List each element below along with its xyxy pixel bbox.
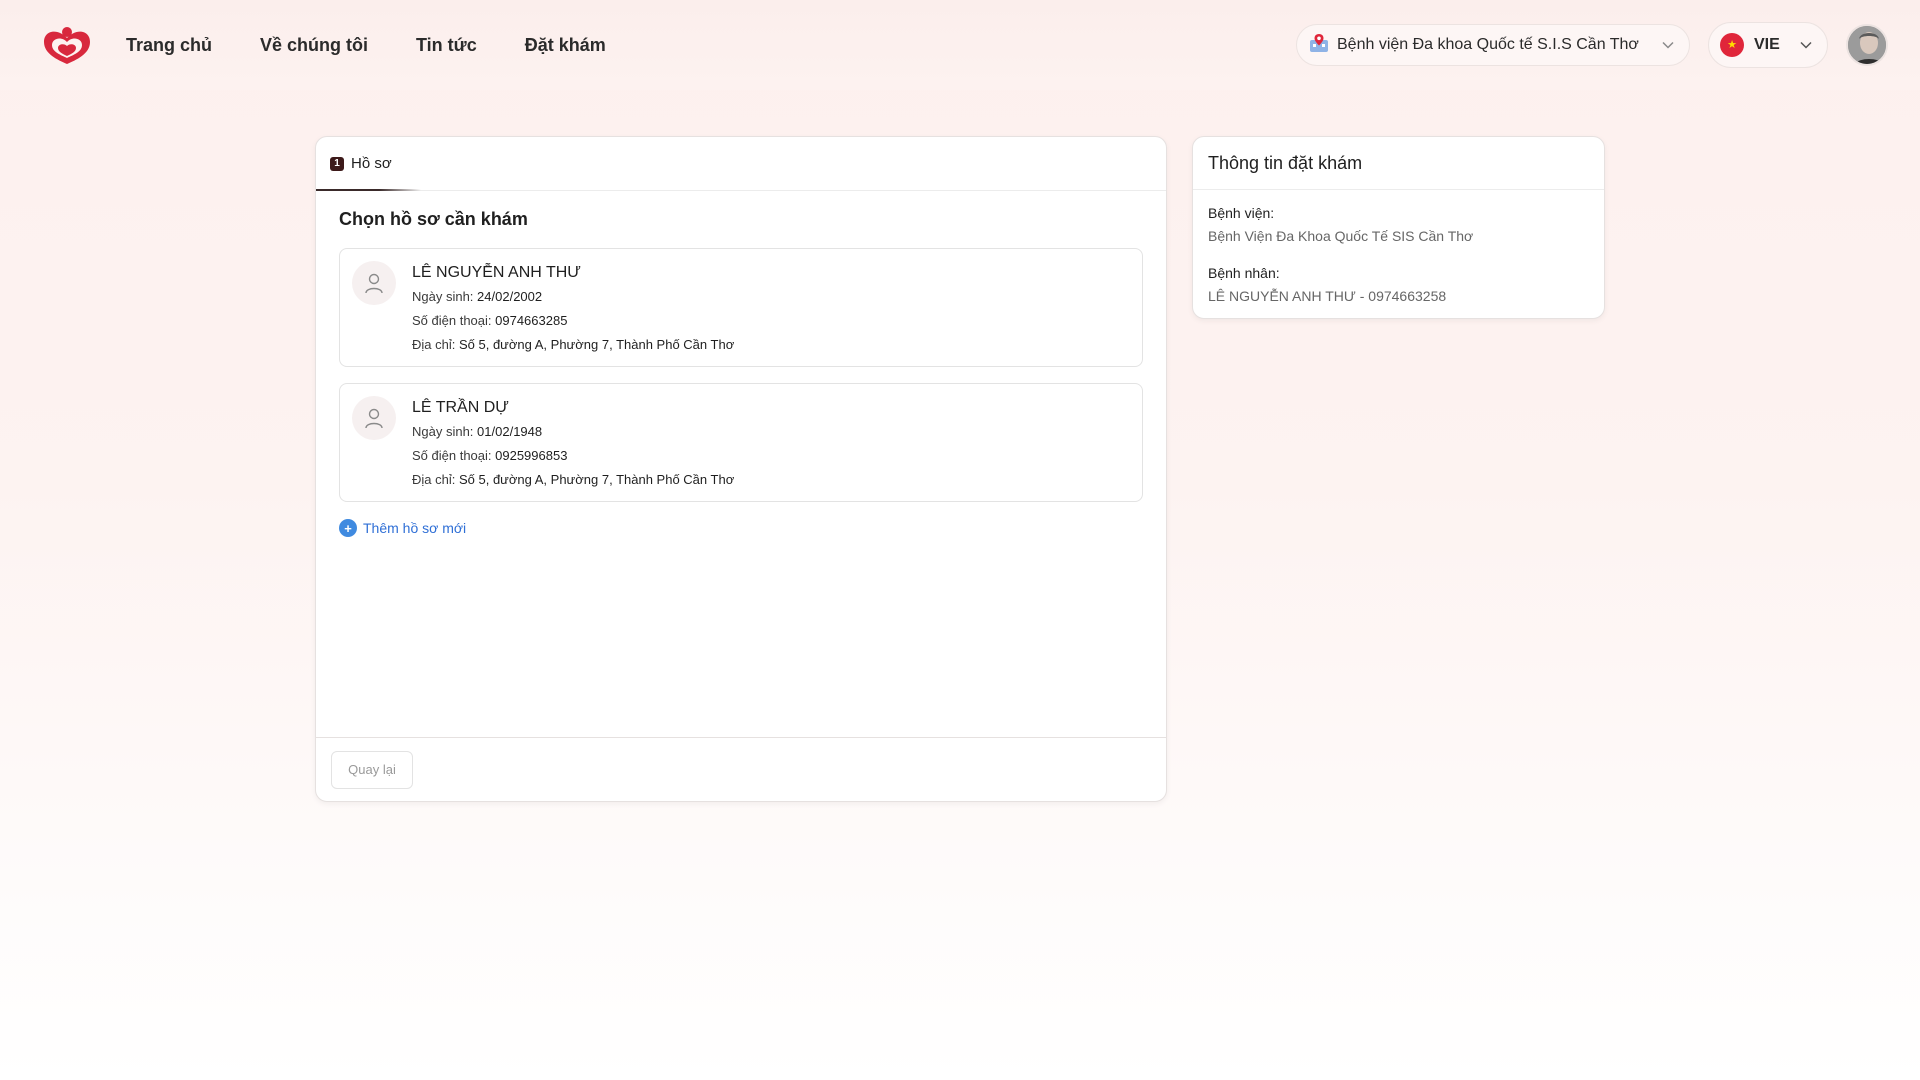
profile-address: Địa chỉ: Số 5, đường A, Phường 7, Thành …	[412, 333, 734, 357]
dob-value: 01/02/1948	[477, 424, 543, 439]
address-label: Địa chỉ:	[412, 337, 456, 352]
tab-profile[interactable]: 1 Hồ sơ	[330, 137, 392, 190]
section-title: Chọn hồ sơ cần khám	[339, 209, 528, 229]
hospital-select[interactable]: Bệnh viện Đa khoa Quốc tế S.I.S Cần Thơ	[1296, 24, 1690, 66]
header-actions: Bệnh viện Đa khoa Quốc tế S.I.S Cần Thơ …	[1296, 22, 1888, 68]
user-icon	[352, 396, 396, 440]
address-label: Địa chỉ:	[412, 472, 456, 487]
booking-summary-card: Thông tin đặt khám Bệnh viện: Bệnh Viện …	[1192, 136, 1605, 319]
vietnam-flag-icon: ★	[1720, 33, 1744, 57]
back-button[interactable]: Quay lại	[331, 750, 413, 789]
phone-value: 0974663285	[495, 313, 568, 328]
card-footer: Quay lại	[316, 737, 1166, 801]
nav-news[interactable]: Tin tức	[416, 35, 477, 56]
main-nav: Trang chủ Về chúng tôi Tin tức Đặt khám	[126, 35, 606, 56]
hospital-pin-icon	[1309, 33, 1329, 58]
chevron-down-icon	[1661, 38, 1675, 52]
tab-profile-label: Hồ sơ	[351, 155, 392, 172]
profile-phone: Số điện thoại: 0974663285	[412, 309, 734, 333]
phone-label: Số điện thoại:	[412, 313, 492, 328]
dob-value: 24/02/2002	[477, 289, 543, 304]
profile-selection-card: 1 Hồ sơ Chọn hồ sơ cần khám LÊ NGUYỄN AN…	[315, 136, 1167, 802]
language-select[interactable]: ★ VIE	[1708, 22, 1828, 68]
dob-label: Ngày sinh:	[412, 424, 474, 439]
profile-name: LÊ TRẦN DỰ	[412, 399, 509, 416]
step-tabs: 1 Hồ sơ	[316, 137, 1166, 191]
profile-info: LÊ TRẦN DỰ Ngày sinh: 01/02/1948 Số điện…	[412, 396, 734, 501]
hospital-select-value: Bệnh viện Đa khoa Quốc tế S.I.S Cần Thơ	[1337, 36, 1639, 53]
add-profile-label: Thêm hồ sơ mới	[363, 520, 467, 536]
user-icon	[352, 261, 396, 305]
profile-info: LÊ NGUYỄN ANH THƯ Ngày sinh: 24/02/2002 …	[412, 261, 734, 366]
profile-phone: Số điện thoại: 0925996853	[412, 444, 734, 468]
profile-dob: Ngày sinh: 24/02/2002	[412, 285, 734, 309]
summary-hospital-label: Bệnh viện:	[1208, 205, 1275, 221]
profile-card[interactable]: LÊ NGUYỄN ANH THƯ Ngày sinh: 24/02/2002 …	[339, 248, 1143, 367]
profile-address: Địa chỉ: Số 5, đường A, Phường 7, Thành …	[412, 468, 734, 492]
step-number-badge: 1	[330, 156, 344, 171]
add-profile-link[interactable]: + Thêm hồ sơ mới	[339, 519, 466, 537]
profile-list: LÊ NGUYỄN ANH THƯ Ngày sinh: 24/02/2002 …	[339, 248, 1143, 502]
address-value: Số 5, đường A, Phường 7, Thành Phố Cần T…	[458, 472, 735, 487]
user-avatar[interactable]	[1846, 24, 1888, 66]
summary-hospital-value: Bệnh Viện Đa Khoa Quốc Tế SIS Cần Thơ	[1208, 228, 1474, 244]
profile-name: LÊ NGUYỄN ANH THƯ	[412, 264, 581, 281]
profile-card[interactable]: LÊ TRẦN DỰ Ngày sinh: 01/02/1948 Số điện…	[339, 383, 1143, 502]
phone-label: Số điện thoại:	[412, 448, 492, 463]
dob-label: Ngày sinh:	[412, 289, 474, 304]
summary-patient-label: Bệnh nhân:	[1208, 265, 1280, 281]
top-header: Trang chủ Về chúng tôi Tin tức Đặt khám …	[0, 0, 1920, 90]
plus-circle-icon: +	[339, 519, 357, 537]
summary-patient-value: LÊ NGUYỄN ANH THƯ - 0974663258	[1208, 288, 1447, 304]
profile-dob: Ngày sinh: 01/02/1948	[412, 420, 734, 444]
address-value: Số 5, đường A, Phường 7, Thành Phố Cần T…	[458, 337, 735, 352]
nav-about[interactable]: Về chúng tôi	[260, 35, 368, 56]
language-select-value: VIE	[1754, 36, 1780, 53]
phone-value: 0925996853	[495, 448, 568, 463]
summary-body: Bệnh viện: Bệnh Viện Đa Khoa Quốc Tế SIS…	[1193, 190, 1604, 308]
nav-booking[interactable]: Đặt khám	[525, 35, 606, 56]
summary-title: Thông tin đặt khám	[1193, 137, 1604, 190]
chevron-down-icon	[1799, 38, 1813, 52]
brand-logo-icon[interactable]	[40, 24, 94, 66]
nav-home[interactable]: Trang chủ	[126, 35, 212, 56]
active-tab-indicator	[316, 189, 421, 191]
